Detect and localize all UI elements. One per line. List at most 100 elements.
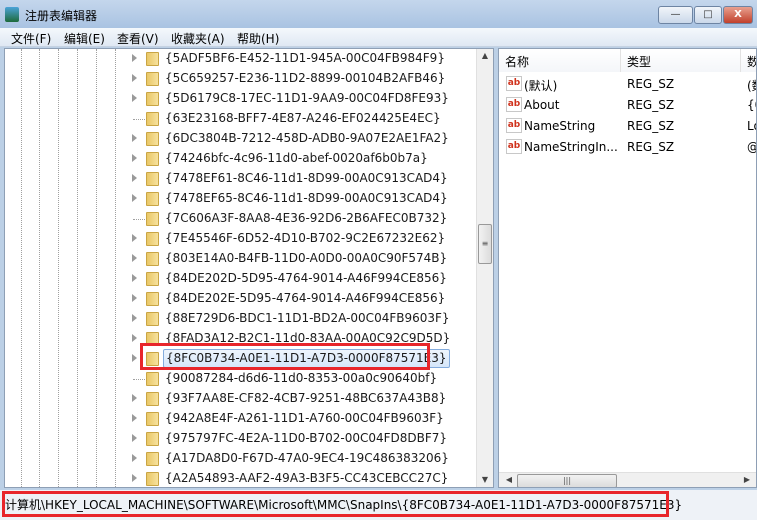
value-name: (默认) [524, 79, 558, 93]
expand-arrow-icon[interactable] [132, 74, 137, 82]
folder-icon [146, 72, 159, 86]
tree-item[interactable]: {7478EF65-8C46-11d1-8D99-00A0C913CAD4} [5, 189, 475, 209]
tree-item[interactable]: {84DE202D-5D95-4764-9014-A46F994CE856} [5, 269, 475, 289]
folder-icon [146, 472, 159, 486]
menu-bar: 文件(F) 编辑(E) 查看(V) 收藏夹(A) 帮助(H) [0, 28, 757, 47]
tree-item[interactable]: {88E729D6-BDC1-11D1-BD2A-00C04FB9603F} [5, 309, 475, 329]
tree-item[interactable]: {74246bfc-4c96-11d0-abef-0020af6b0b7a} [5, 149, 475, 169]
column-header-data[interactable]: 数 [741, 49, 756, 72]
expand-arrow-icon[interactable] [132, 394, 137, 402]
tree-item[interactable]: {5ADF5BF6-E452-11D1-945A-00C04FB984F9} [5, 49, 475, 69]
folder-icon [146, 132, 159, 146]
scroll-right-arrow-icon[interactable]: ▶ [739, 475, 755, 484]
expand-arrow-icon[interactable] [132, 134, 137, 142]
folder-icon [146, 312, 159, 326]
string-value-icon: ab [506, 139, 522, 154]
expand-arrow-icon[interactable] [132, 334, 137, 342]
tree-item[interactable]: {7478EF61-8C46-11d1-8D99-00A0C913CAD4} [5, 169, 475, 189]
menu-help[interactable]: 帮助(H) [237, 30, 279, 47]
maximize-button[interactable]: □ [694, 6, 722, 24]
value-type: REG_SZ [627, 140, 675, 154]
values-horizontal-scrollbar[interactable]: ◀ ||| ▶ [499, 472, 756, 487]
minimize-button[interactable]: — [658, 6, 693, 24]
scroll-thumb[interactable]: ≡ [478, 224, 492, 264]
tree-item[interactable]: {90087284-d6d6-11d0-8353-00a0c90640bf} [5, 369, 475, 389]
tree-item[interactable]: {7C606A3F-8AA8-4E36-92D6-2B6AFEC0B732} [5, 209, 475, 229]
value-row[interactable]: abNameStringIn... REG_SZ @ [499, 137, 756, 158]
tree-connector [133, 119, 145, 120]
expand-arrow-icon[interactable] [132, 434, 137, 442]
expand-arrow-icon[interactable] [132, 154, 137, 162]
tree-item[interactable]: {93F7AA8E-CF82-4CB7-9251-48BC637A43B8} [5, 389, 475, 409]
selected-key-highlight [140, 343, 430, 370]
value-type: REG_SZ [627, 98, 675, 112]
scroll-up-arrow-icon[interactable]: ▲ [477, 51, 493, 60]
expand-arrow-icon[interactable] [132, 414, 137, 422]
horizontal-scroll-thumb[interactable]: ||| [517, 474, 617, 487]
folder-icon [146, 252, 159, 266]
tree-item-label: {63E23168-BFF7-4E87-A246-EF024425E4EC} [165, 111, 441, 125]
folder-icon [146, 372, 159, 386]
values-list[interactable]: 名称 类型 数 ab(默认)REG_SZ(数abAboutREG_SZ{0abN… [498, 48, 757, 488]
expand-arrow-icon[interactable] [132, 474, 137, 482]
tree-item-label: {74246bfc-4c96-11d0-abef-0020af6b0b7a} [165, 151, 428, 165]
value-row[interactable]: ab(默认) REG_SZ (数 [499, 74, 756, 95]
folder-icon [146, 172, 159, 186]
status-bar: 计算机\HKEY_LOCAL_MACHINE\SOFTWARE\Microsof… [0, 490, 757, 520]
close-button[interactable]: X [723, 6, 753, 24]
expand-arrow-icon[interactable] [132, 254, 137, 262]
menu-file[interactable]: 文件(F) [11, 30, 51, 47]
folder-icon [146, 152, 159, 166]
value-row[interactable]: abAbout REG_SZ {0 [499, 95, 756, 116]
tree-item-label: {7478EF61-8C46-11d1-8D99-00A0C913CAD4} [165, 171, 448, 185]
value-data: @ [747, 140, 756, 154]
scroll-down-arrow-icon[interactable]: ▼ [477, 475, 493, 484]
tree-item[interactable]: {A2A54893-AAF2-49A3-B3F5-CC43CEBCC27C} [5, 469, 475, 487]
expand-arrow-icon[interactable] [132, 174, 137, 182]
folder-icon [146, 52, 159, 66]
value-type: REG_SZ [627, 77, 675, 91]
tree-item[interactable]: {84DE202E-5D95-4764-9014-A46F994CE856} [5, 289, 475, 309]
expand-arrow-icon[interactable] [132, 294, 137, 302]
tree-item-label: {90087284-d6d6-11d0-8353-00a0c90640bf} [165, 371, 438, 385]
tree-vertical-scrollbar[interactable]: ▲ ≡ ▼ [476, 49, 493, 487]
menu-view[interactable]: 查看(V) [117, 30, 159, 47]
tree-item-label: {5ADF5BF6-E452-11D1-945A-00C04FB984F9} [165, 51, 445, 65]
folder-icon [146, 212, 159, 226]
tree-item[interactable]: {975797FC-4E2A-11D0-B702-00C04FD8DBF7} [5, 429, 475, 449]
value-row[interactable]: abNameString REG_SZ Lo [499, 116, 756, 137]
column-header-type[interactable]: 类型 [621, 49, 741, 72]
tree-item[interactable]: {6DC3804B-7212-458D-ADB0-9A07E2AE1FA2} [5, 129, 475, 149]
expand-arrow-icon[interactable] [132, 54, 137, 62]
column-header-name[interactable]: 名称 [499, 49, 621, 72]
expand-arrow-icon[interactable] [132, 274, 137, 282]
value-name: NameStringIn... [524, 140, 618, 154]
expand-arrow-icon[interactable] [132, 234, 137, 242]
scroll-left-arrow-icon[interactable]: ◀ [501, 475, 517, 484]
tree-item[interactable]: {A17DA8D0-F67D-47A0-9EC4-19C486383206} [5, 449, 475, 469]
tree-connector [133, 379, 145, 380]
tree-item[interactable]: {942A8E4F-A261-11D1-A760-00C04FB9603F} [5, 409, 475, 429]
tree-item[interactable]: {803E14A0-B4FB-11D0-A0D0-00A0C90F574B} [5, 249, 475, 269]
tree-item[interactable]: {5C659257-E236-11D2-8899-00104B2AFB46} [5, 69, 475, 89]
tree-item[interactable]: {63E23168-BFF7-4E87-A246-EF024425E4EC} [5, 109, 475, 129]
expand-arrow-icon[interactable] [132, 314, 137, 322]
folder-icon [146, 232, 159, 246]
tree-item-label: {A2A54893-AAF2-49A3-B3F5-CC43CEBCC27C} [165, 471, 449, 485]
tree-item[interactable]: {5D6179C8-17EC-11D1-9AA9-00C04FD8FE93} [5, 89, 475, 109]
tree-item[interactable]: {7E45546F-6D52-4D10-B702-9C2E67232E62} [5, 229, 475, 249]
expand-arrow-icon[interactable] [132, 354, 137, 362]
folder-icon [146, 412, 159, 426]
value-data: Lo [747, 119, 756, 133]
menu-edit[interactable]: 编辑(E) [64, 30, 105, 47]
expand-arrow-icon[interactable] [132, 194, 137, 202]
tree-item-label: {93F7AA8E-CF82-4CB7-9251-48BC637A43B8} [165, 391, 447, 405]
key-tree[interactable]: {5ADF5BF6-E452-11D1-945A-00C04FB984F9} {5… [4, 48, 494, 488]
menu-favorites[interactable]: 收藏夹(A) [171, 30, 225, 47]
expand-arrow-icon[interactable] [132, 454, 137, 462]
regedit-app-icon [5, 7, 19, 22]
tree-item-label: {84DE202E-5D95-4764-9014-A46F994CE856} [165, 291, 446, 305]
expand-arrow-icon[interactable] [132, 94, 137, 102]
string-value-icon: ab [506, 97, 522, 112]
value-name: About [524, 98, 560, 112]
